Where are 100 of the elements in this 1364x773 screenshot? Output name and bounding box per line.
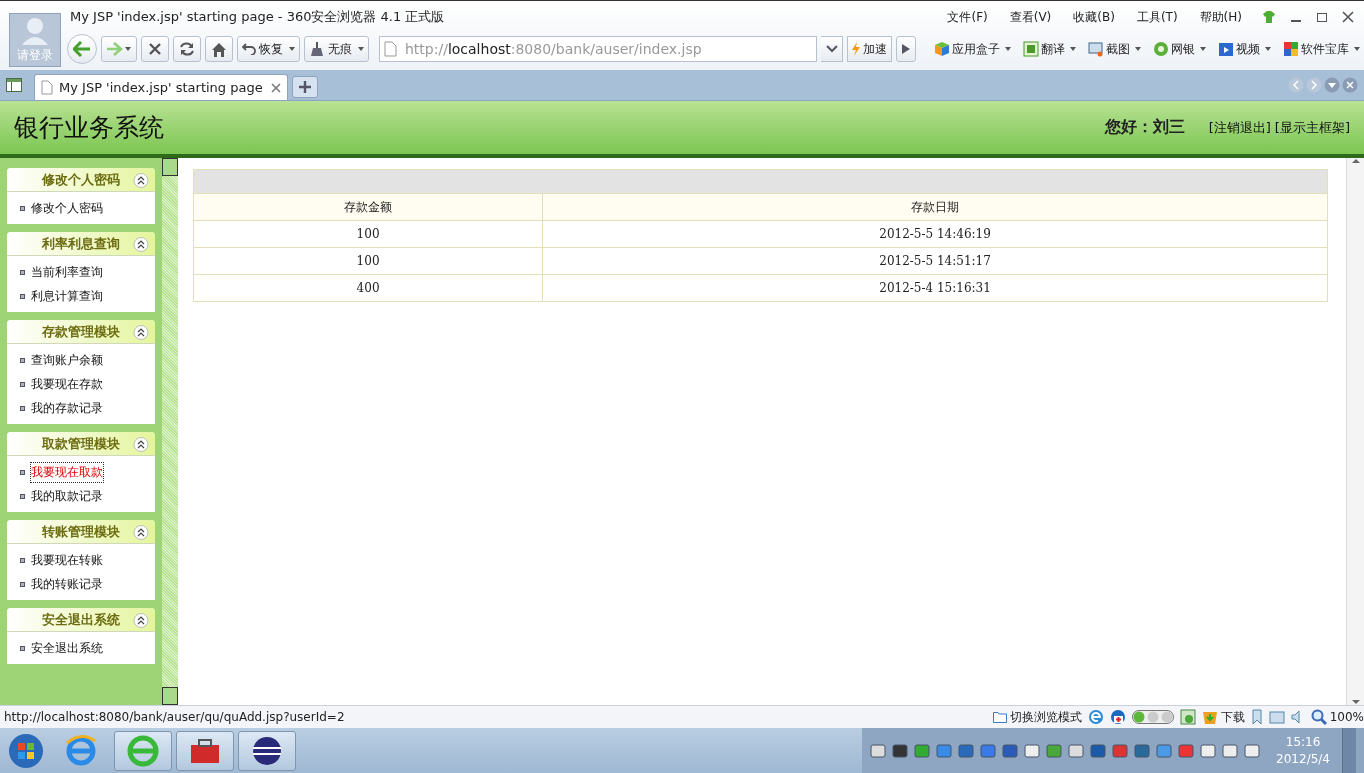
toolbar-item[interactable]: 软件宝库 [1283,40,1360,58]
go-button[interactable] [896,36,916,62]
header-link[interactable]: [显示主框架] [1274,118,1350,137]
expand-handle[interactable] [162,687,178,705]
taskbar-button[interactable] [238,730,296,771]
bullet-icon [20,493,25,499]
scroll-right-icon[interactable] [1306,77,1322,93]
panel-title: 转账管理模块 [42,522,120,541]
tray-icon[interactable] [892,742,909,759]
header-link[interactable]: [注销退出] [1208,118,1271,137]
panel-title: 安全退出系统 [42,610,120,629]
toggle-switch-icon[interactable] [1131,710,1174,724]
tray-icon[interactable] [1090,742,1107,759]
browse-mode-button[interactable]: 切换浏览模式 [992,708,1082,726]
restore-button[interactable]: 恢复 [237,36,300,62]
tray-icon[interactable] [1112,742,1129,759]
tray-icon[interactable] [1178,742,1195,759]
tray-icon[interactable] [1002,742,1019,759]
menu-link[interactable]: 修改个人密码 [30,197,104,219]
tray-icon[interactable] [1046,742,1063,759]
toolbar-item[interactable]: 截图 [1088,40,1141,58]
tray-icon[interactable] [1222,742,1239,759]
bullet-icon [20,557,25,563]
menu-link[interactable]: 安全退出系统 [30,637,104,659]
collapse-icon[interactable] [133,613,149,628]
tray-icon[interactable] [870,742,887,759]
collapse-icon[interactable] [133,525,149,540]
menu-link[interactable]: 我要现在存款 [30,373,104,395]
menu-link[interactable]: 我的存款记录 [30,397,104,419]
collapse-icon[interactable] [133,237,149,252]
tray-icon[interactable] [1024,742,1041,759]
panel-header[interactable]: 取款管理模块 [7,432,155,456]
tray-icon[interactable] [914,742,931,759]
address-field[interactable]: http://localhost:8080/bank/auser/index.jsp [379,36,817,62]
table-cell: 100 [193,220,543,248]
menu-item[interactable]: 帮助(H) [1199,8,1242,26]
toolbar-item[interactable]: 翻译 [1023,40,1076,58]
sidebar-toggle-icon[interactable] [6,78,22,92]
panel-header[interactable]: 存款管理模块 [7,320,155,344]
tray-icon[interactable] [1134,742,1151,759]
window-refresh-icon[interactable] [1179,709,1196,725]
tray-icon[interactable] [958,742,975,759]
browser-e-icon[interactable] [1087,709,1104,725]
new-tab-button[interactable] [292,76,318,98]
dropdown-button[interactable] [821,36,843,62]
menu-link[interactable]: 当前利率查询 [30,261,104,283]
toolbar-item[interactable]: 应用盒子 [934,40,1011,58]
toolbar-item[interactable]: 网银 [1153,40,1206,58]
tray-icon[interactable] [1068,742,1085,759]
plus-icon [299,81,311,93]
panel-header[interactable]: 转账管理模块 [7,520,155,544]
panel-header[interactable]: 修改个人密码 [7,168,155,192]
speed-button[interactable]: 加速 [847,36,892,62]
home-button[interactable] [205,36,233,62]
bullet-icon [20,645,25,651]
collapse-icon[interactable] [133,437,149,452]
scroll-left-icon[interactable] [1288,77,1304,93]
menu-link[interactable]: 我的取款记录 [30,485,104,507]
stop-button[interactable] [141,36,169,62]
back-button[interactable] [67,34,97,64]
collapse-icon[interactable] [133,325,149,340]
scrollbar[interactable] [1346,158,1364,705]
menu-link[interactable]: 利息计算查询 [30,285,104,307]
browser-tab[interactable]: My JSP 'index.jsp' starting page [34,74,288,100]
card-icon[interactable] [1268,710,1285,724]
collapse-handle[interactable] [162,158,178,176]
broom-icon [309,42,325,56]
medkit-icon[interactable] [1109,709,1126,725]
bullet-icon [20,381,25,387]
menu-item[interactable]: 查看(V) [1009,8,1052,26]
menu-item[interactable]: 文件(F) [947,8,988,26]
tab-list-icon[interactable] [1324,77,1340,93]
tray-icon[interactable] [1244,742,1261,759]
greeting: 您好：刘三 [1104,117,1185,138]
undo-icon [242,43,256,55]
menu-link[interactable]: 我要现在转账 [30,549,104,571]
menu-link[interactable]: 我要现在取款 [30,461,104,483]
refresh-button[interactable] [173,36,201,62]
menu-link[interactable]: 我的转账记录 [30,573,104,595]
panel-header[interactable]: 利率利息查询 [7,232,155,256]
zoom-button[interactable]: 100% [1310,709,1364,725]
collapse-icon[interactable] [133,173,149,188]
taskbar-button[interactable] [176,730,234,771]
toolbar-item[interactable]: 视频 [1218,40,1271,58]
tray-icon[interactable] [936,742,953,759]
maximize-icon[interactable] [1316,11,1328,23]
shirt-icon[interactable] [1262,11,1276,23]
close-icon[interactable] [271,82,281,93]
menu-item[interactable]: 收藏(B) [1073,8,1115,26]
menu-link[interactable]: 查询账户余额 [30,349,104,371]
tray-icon[interactable] [1200,742,1217,759]
bookmark-icon[interactable] [1250,709,1263,725]
menu-item[interactable]: 工具(T) [1136,8,1178,26]
tray-icon[interactable] [980,742,997,759]
table-cell: 2012-5-5 14:46:19 [542,220,1328,248]
download-button[interactable]: 下载 [1201,708,1245,726]
panel-header[interactable]: 安全退出系统 [7,608,155,632]
tray-icon[interactable] [1156,742,1173,759]
private-mode-button[interactable]: 无痕 [304,36,369,62]
close-icon[interactable] [1342,11,1354,23]
